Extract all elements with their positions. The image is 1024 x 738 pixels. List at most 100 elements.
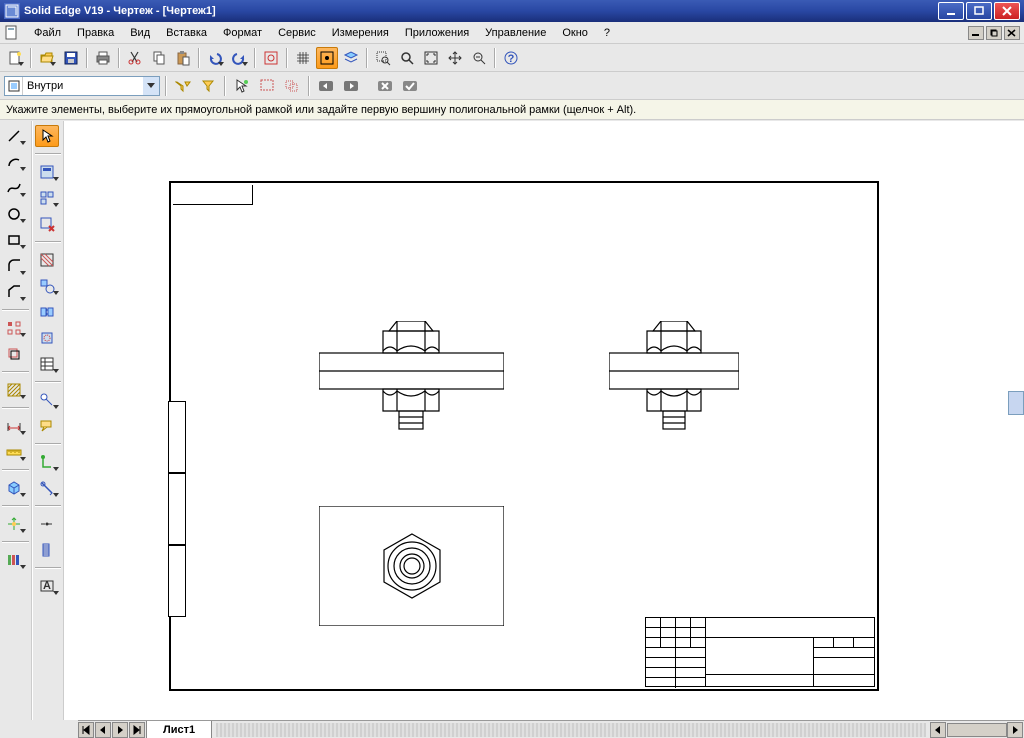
- main-toolbar: ?: [0, 44, 1024, 72]
- filter-btn-1[interactable]: [172, 75, 194, 97]
- measure-tool[interactable]: [2, 441, 26, 463]
- close-button[interactable]: [994, 2, 1020, 20]
- sheet-first-button[interactable]: [78, 722, 94, 738]
- menu-measure[interactable]: Измерения: [324, 25, 397, 41]
- detail-tool[interactable]: [35, 275, 59, 297]
- next-sel-btn[interactable]: [340, 75, 362, 97]
- hatch-tool[interactable]: [2, 379, 26, 401]
- prev-sel-btn[interactable]: [315, 75, 337, 97]
- part-view-tool[interactable]: [35, 161, 59, 183]
- menu-file[interactable]: Файл: [26, 25, 69, 41]
- cancel-sel-btn[interactable]: [374, 75, 396, 97]
- text-tool[interactable]: A: [35, 575, 59, 597]
- scope-combo-icon: [5, 77, 23, 95]
- hscroll-left[interactable]: [930, 722, 946, 738]
- scope-combo-dropdown[interactable]: [143, 77, 159, 95]
- copy-button[interactable]: [148, 47, 170, 69]
- callout-tool[interactable]: [35, 389, 59, 411]
- save-button[interactable]: [60, 47, 82, 69]
- rect-select-btn[interactable]: [256, 75, 278, 97]
- rect-tool[interactable]: [2, 229, 26, 251]
- mdi-minimize[interactable]: [968, 26, 984, 40]
- redo-button[interactable]: [228, 47, 250, 69]
- pattern-tool[interactable]: [2, 317, 26, 339]
- menu-edit[interactable]: Правка: [69, 25, 122, 41]
- sheet-prev-button[interactable]: [95, 722, 111, 738]
- new-button[interactable]: [4, 47, 26, 69]
- mdi-restore[interactable]: [986, 26, 1002, 40]
- broken-tool[interactable]: [35, 301, 59, 323]
- cut-button[interactable]: [124, 47, 146, 69]
- hscroll-track[interactable]: [947, 723, 1007, 737]
- confirm-sel-btn[interactable]: [399, 75, 421, 97]
- maximize-button[interactable]: [966, 2, 992, 20]
- mdi-close[interactable]: [1004, 26, 1020, 40]
- dimension-tool[interactable]: [2, 415, 26, 437]
- workspace: A: [0, 121, 1024, 720]
- menu-view-label: Вид: [130, 27, 150, 39]
- zoom-fit-button[interactable]: [420, 47, 442, 69]
- curve-tool[interactable]: [2, 177, 26, 199]
- snap-button[interactable]: [316, 47, 338, 69]
- partlist-tool[interactable]: [35, 353, 59, 375]
- chamfer-tool[interactable]: [2, 281, 26, 303]
- sheet-nav: Лист1: [78, 720, 1024, 738]
- select-scope-combo[interactable]: Внутри: [4, 76, 160, 96]
- pan-button[interactable]: [444, 47, 466, 69]
- select-tool-btn[interactable]: [231, 75, 253, 97]
- menu-format[interactable]: Формат: [215, 25, 270, 41]
- menu-apps[interactable]: Приложения: [397, 25, 477, 41]
- zoom-area-button[interactable]: [372, 47, 394, 69]
- hint-bar: Укажите элементы, выберите их прямоуголь…: [0, 100, 1024, 120]
- move-tool[interactable]: [2, 513, 26, 535]
- menu-help[interactable]: ?: [596, 25, 618, 41]
- undo-button[interactable]: [204, 47, 226, 69]
- centerline-tool[interactable]: [35, 513, 59, 535]
- sheet-tab-active[interactable]: Лист1: [146, 721, 212, 738]
- view-bolt-front-left: [319, 321, 504, 451]
- menu-service[interactable]: Сервис: [270, 25, 324, 41]
- fillet-tool[interactable]: [2, 255, 26, 277]
- poly-select-btn[interactable]: [281, 75, 303, 97]
- grid-button[interactable]: [292, 47, 314, 69]
- help-button[interactable]: ?: [500, 47, 522, 69]
- sheet-next-button[interactable]: [112, 722, 128, 738]
- paste-button[interactable]: [172, 47, 194, 69]
- del-view-tool[interactable]: [35, 213, 59, 235]
- filter-btn-2[interactable]: [197, 75, 219, 97]
- datum-tool[interactable]: [35, 451, 59, 473]
- arc-tool[interactable]: [2, 151, 26, 173]
- select-cursor[interactable]: [35, 125, 59, 147]
- zoom-prev-button[interactable]: [468, 47, 490, 69]
- menu-insert[interactable]: Вставка: [158, 25, 215, 41]
- line-tool[interactable]: [2, 125, 26, 147]
- gdt-tool[interactable]: [35, 477, 59, 499]
- multiview-tool[interactable]: [35, 187, 59, 209]
- layer-tool[interactable]: [2, 549, 26, 571]
- menu-window[interactable]: Окно: [554, 25, 596, 41]
- menu-edit-label: Правка: [77, 27, 114, 39]
- sheet-scrollbar[interactable]: [216, 723, 926, 737]
- balloon-tool[interactable]: [35, 415, 59, 437]
- crop-tool[interactable]: [35, 327, 59, 349]
- layers-button[interactable]: [340, 47, 362, 69]
- title-block: [645, 617, 875, 687]
- offset-tool[interactable]: [2, 343, 26, 365]
- update-view-button[interactable]: [260, 47, 282, 69]
- print-button[interactable]: [92, 47, 114, 69]
- svg-text:A: A: [43, 580, 51, 592]
- open-button[interactable]: [36, 47, 58, 69]
- block-tool[interactable]: [2, 477, 26, 499]
- document-icon[interactable]: [4, 25, 20, 41]
- section-tool[interactable]: [35, 249, 59, 271]
- minimize-button[interactable]: [938, 2, 964, 20]
- hscroll-right[interactable]: [1007, 722, 1023, 738]
- hint-text: Укажите элементы, выберите их прямоуголь…: [6, 104, 636, 116]
- sheet-last-button[interactable]: [129, 722, 145, 738]
- menu-manage[interactable]: Управление: [477, 25, 554, 41]
- zoom-button[interactable]: [396, 47, 418, 69]
- drawing-canvas[interactable]: [64, 121, 1024, 720]
- menu-view[interactable]: Вид: [122, 25, 158, 41]
- circle-tool[interactable]: [2, 203, 26, 225]
- thread-tool[interactable]: [35, 539, 59, 561]
